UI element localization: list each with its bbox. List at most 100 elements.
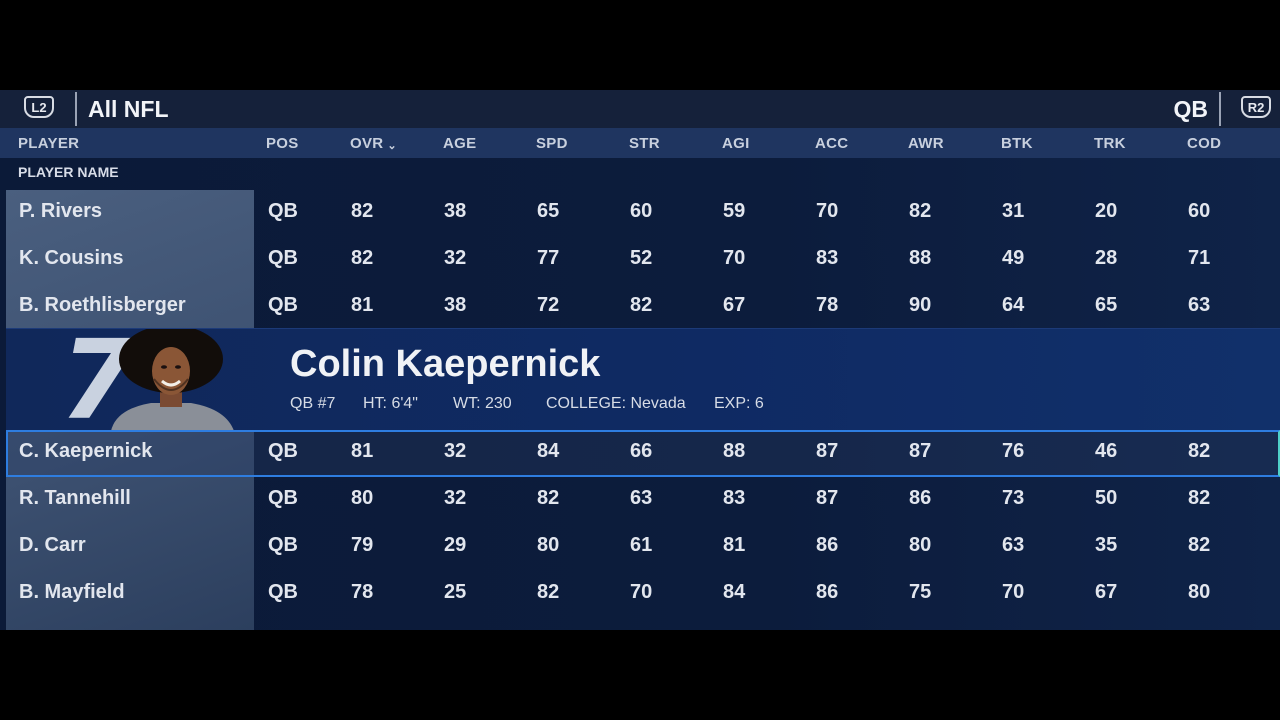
agi-value: 70 (723, 247, 746, 269)
player-name: D. Carr (19, 534, 86, 556)
pos-value: QB (268, 487, 298, 509)
age-value: 29 (444, 534, 467, 556)
featured-position-number: QB #7 (290, 395, 336, 412)
cod-value: 82 (1188, 534, 1211, 556)
btk-value: 73 (1002, 487, 1025, 509)
column-header-btk[interactable]: BTK (1001, 135, 1033, 152)
column-header-str[interactable]: STR (629, 135, 660, 152)
awr-value: 86 (909, 487, 932, 509)
ovr-value: 81 (351, 294, 374, 316)
l2-trigger-button[interactable]: L2 (24, 96, 54, 118)
divider (1219, 92, 1221, 126)
cod-value: 71 (1188, 247, 1211, 269)
column-header-row: PLAYER POS OVR ⌄ AGE SPD STR AGI ACC AWR … (0, 128, 1280, 158)
awr-value: 88 (909, 247, 932, 269)
divider (75, 92, 77, 126)
featured-college: COLLEGE: Nevada (546, 395, 686, 412)
pos-value: QB (268, 581, 298, 603)
ovr-value: 79 (351, 534, 374, 556)
column-header-player[interactable]: PLAYER (18, 135, 79, 152)
featured-player-banner: 7 Colin Kaepernick QB #7 HT: 6'4" WT: 23… (6, 325, 1280, 435)
column-header-ovr[interactable]: OVR ⌄ (350, 135, 397, 152)
ovr-value: 81 (351, 440, 374, 462)
agi-value: 88 (723, 440, 746, 462)
spd-value: 65 (537, 200, 560, 222)
trk-value: 35 (1095, 534, 1118, 556)
column-header-awr[interactable]: AWR (908, 135, 944, 152)
player-name: B. Roethlisberger (19, 294, 186, 316)
str-value: 63 (630, 487, 653, 509)
player-name: C. Kaepernick (19, 440, 153, 462)
btk-value: 64 (1002, 294, 1025, 316)
acc-value: 87 (816, 440, 839, 462)
pos-value: QB (268, 294, 298, 316)
featured-player-name: Colin Kaepernick (290, 343, 601, 385)
ovr-value: 82 (351, 247, 374, 269)
column-header-spd[interactable]: SPD (536, 135, 568, 152)
age-value: 25 (444, 581, 467, 603)
team-filter-label[interactable]: All NFL (88, 96, 169, 123)
column-header-ovr-label: OVR (350, 135, 384, 152)
str-value: 52 (630, 247, 653, 269)
age-value: 38 (444, 294, 467, 316)
trk-value: 50 (1095, 487, 1118, 509)
age-value: 32 (444, 440, 467, 462)
ovr-value: 80 (351, 487, 374, 509)
column-header-cod[interactable]: COD (1187, 135, 1221, 152)
ovr-value: 82 (351, 200, 374, 222)
player-name: R. Tannehill (19, 487, 131, 509)
table-row[interactable]: K. Cousins QB 82 32 77 52 70 83 88 49 28… (6, 237, 1280, 284)
position-filter-label[interactable]: QB (1174, 96, 1209, 123)
agi-value: 59 (723, 200, 746, 222)
pos-value: QB (268, 534, 298, 556)
trk-value: 20 (1095, 200, 1118, 222)
trk-value: 65 (1095, 294, 1118, 316)
column-header-acc[interactable]: ACC (815, 135, 848, 152)
cod-value: 82 (1188, 487, 1211, 509)
pos-value: QB (268, 200, 298, 222)
spd-value: 82 (537, 581, 560, 603)
table-row[interactable]: P. Rivers QB 82 38 65 60 59 70 82 31 20 … (6, 190, 1280, 237)
cod-value: 60 (1188, 200, 1211, 222)
featured-weight: WT: 230 (453, 395, 512, 412)
top-bar: L2 All NFL QB R2 (0, 90, 1280, 129)
table-row[interactable]: R. Tannehill QB 80 32 82 63 83 87 86 73 … (6, 477, 1280, 524)
table-row[interactable]: B. Mayfield QB 78 25 82 70 84 86 75 70 6… (6, 571, 1280, 618)
awr-value: 90 (909, 294, 932, 316)
column-header-age[interactable]: AGE (443, 135, 476, 152)
table-row[interactable]: D. Carr QB 79 29 80 61 81 86 80 63 35 82 (6, 524, 1280, 571)
age-value: 32 (444, 247, 467, 269)
player-name: B. Mayfield (19, 581, 125, 603)
acc-value: 86 (816, 534, 839, 556)
age-value: 38 (444, 200, 467, 222)
acc-value: 83 (816, 247, 839, 269)
column-header-trk[interactable]: TRK (1094, 135, 1126, 152)
featured-experience: EXP: 6 (714, 395, 764, 412)
spd-value: 84 (537, 440, 560, 462)
btk-value: 49 (1002, 247, 1025, 269)
chevron-down-icon: ⌄ (387, 140, 397, 152)
btk-value: 70 (1002, 581, 1025, 603)
table-row-selected[interactable]: C. Kaepernick QB 81 32 84 66 88 87 87 76… (6, 430, 1280, 477)
trk-value: 46 (1095, 440, 1118, 462)
player-portrait (111, 329, 234, 431)
awr-value: 82 (909, 200, 932, 222)
spd-value: 82 (537, 487, 560, 509)
str-value: 70 (630, 581, 653, 603)
roster-panel: L2 All NFL QB R2 PLAYER POS OVR ⌄ AGE SPD… (0, 90, 1280, 630)
agi-value: 84 (723, 581, 746, 603)
column-header-pos[interactable]: POS (266, 135, 299, 152)
pos-value: QB (268, 440, 298, 462)
str-value: 82 (630, 294, 653, 316)
cod-value: 82 (1188, 440, 1211, 462)
str-value: 61 (630, 534, 653, 556)
column-header-agi[interactable]: AGI (722, 135, 750, 152)
trk-value: 28 (1095, 247, 1118, 269)
table-row[interactable]: B. Roethlisberger QB 81 38 72 82 67 78 9… (6, 284, 1280, 331)
cod-value: 63 (1188, 294, 1211, 316)
spd-value: 80 (537, 534, 560, 556)
btk-value: 76 (1002, 440, 1025, 462)
btk-value: 63 (1002, 534, 1025, 556)
r2-trigger-button[interactable]: R2 (1241, 96, 1271, 118)
agi-value: 83 (723, 487, 746, 509)
